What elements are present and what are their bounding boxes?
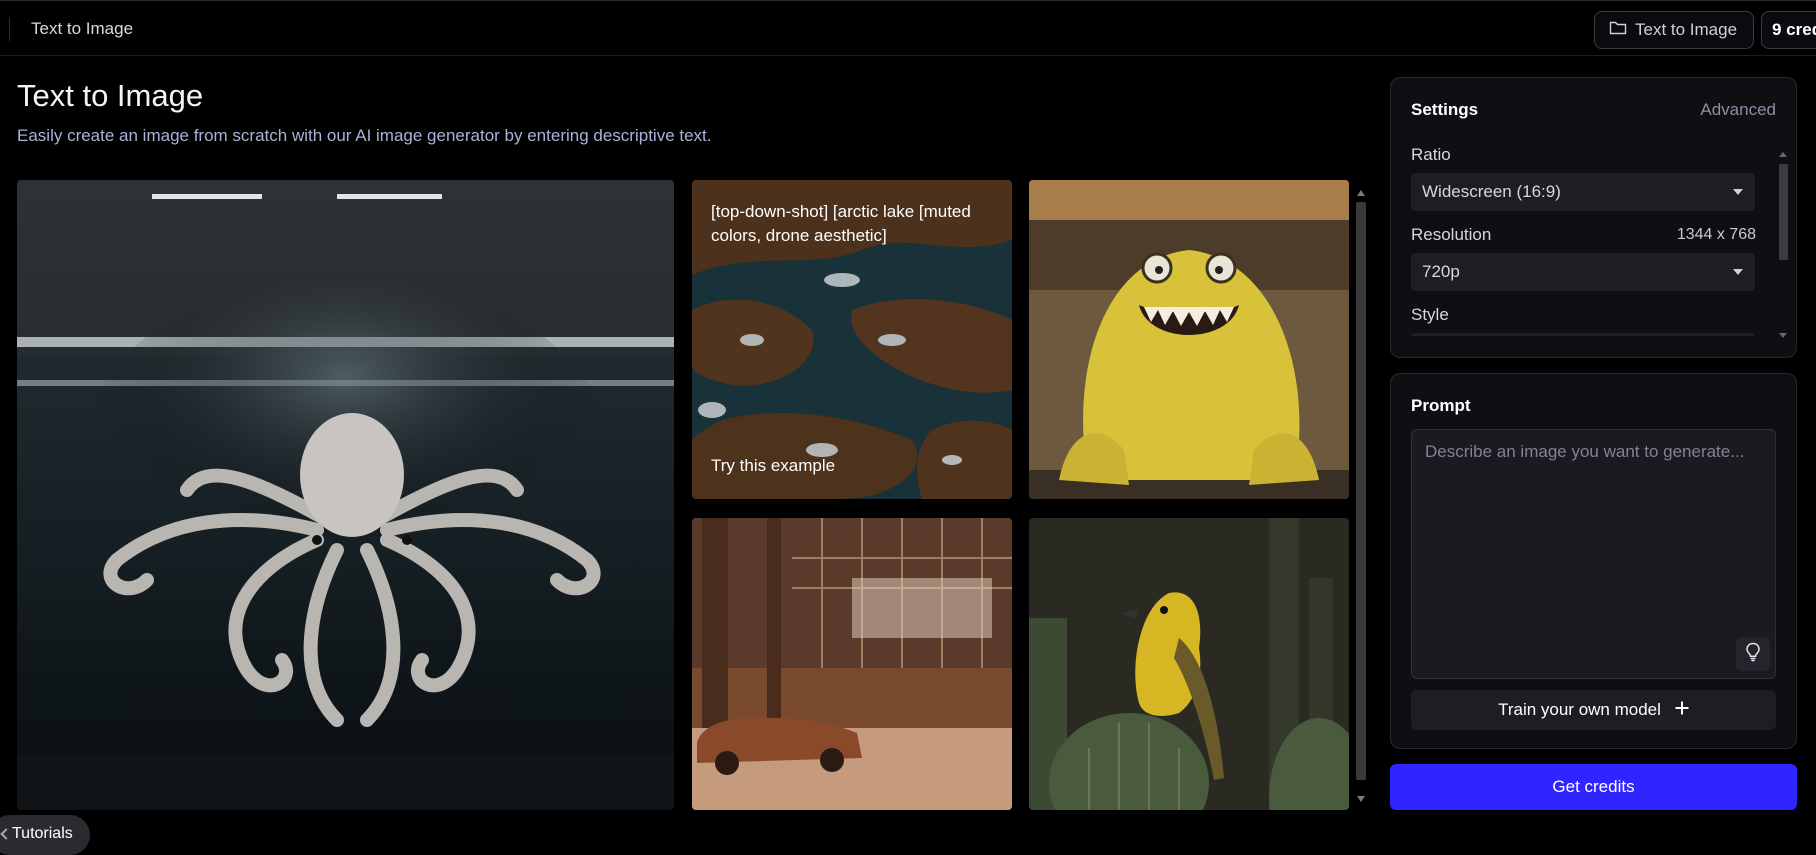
tutorials-button[interactable]: Tutorials [0,815,90,855]
breadcrumb[interactable]: Text to Image [31,19,133,39]
credits-button[interactable]: 9 cred [1761,11,1816,49]
example-image-arctic-lake[interactable]: [top-down-shot] [arctic lake [muted colo… [692,180,1012,499]
get-credits-button[interactable]: Get credits [1390,764,1797,810]
example-image-yellow-bird[interactable] [1029,518,1349,810]
chevron-left-icon [0,828,12,840]
page-title: Text to Image [17,78,204,113]
scroll-down-icon[interactable] [1357,796,1365,802]
top-bar: Text to Image Text to Image 9 cred [0,0,1816,56]
folder-button-label: Text to Image [1635,20,1738,39]
gallery-scrollbar[interactable] [1354,186,1368,806]
style-selector-edge[interactable] [1411,333,1755,336]
prompt-panel: Prompt Train your own model [1390,373,1797,749]
settings-panel: Settings Advanced Ratio Widescreen (16:9… [1390,77,1797,358]
folder-icon [1609,20,1627,41]
scrollbar-thumb[interactable] [1779,164,1788,260]
tutorials-label: Tutorials [12,825,73,842]
chevron-down-icon [1733,269,1743,275]
scrollbar-thumb[interactable] [1356,202,1366,780]
example-prompt-text: [top-down-shot] [arctic lake [muted colo… [711,202,971,245]
try-example-label[interactable]: Try this example [711,456,835,476]
prompt-ideas-button[interactable] [1736,637,1770,671]
ratio-value: Widescreen (16:9) [1422,182,1561,201]
advanced-link[interactable]: Advanced [1700,100,1776,120]
ratio-select[interactable]: Widescreen (16:9) [1411,173,1755,211]
train-model-label: Train your own model [1498,700,1661,719]
credits-label: 9 cred [1772,20,1816,39]
scroll-up-icon[interactable] [1357,190,1365,196]
example-image-octopus[interactable] [17,180,674,810]
divider [9,17,10,41]
page-subtitle: Easily create an image from scratch with… [17,126,712,145]
settings-title: Settings [1411,100,1479,119]
resolution-dimensions: 1344 x 768 [1676,226,1756,243]
get-credits-label: Get credits [1552,777,1635,796]
scroll-up-icon[interactable] [1779,152,1787,157]
example-image-rusty-factory[interactable] [692,518,1012,810]
chevron-down-icon [1733,189,1743,195]
resolution-label: Resolution [1411,225,1492,244]
train-model-button[interactable]: Train your own model [1411,690,1776,730]
lightbulb-icon [1745,642,1761,667]
scroll-down-icon[interactable] [1779,333,1787,338]
settings-scrollbar[interactable] [1776,150,1790,340]
ratio-label: Ratio [1411,145,1451,164]
style-label: Style [1411,305,1449,324]
plus-icon [1675,700,1689,720]
resolution-select[interactable]: 720p [1411,253,1755,291]
resolution-value: 720p [1422,262,1460,281]
example-image-yellow-monster[interactable] [1029,180,1349,499]
prompt-input[interactable] [1411,429,1776,679]
prompt-title: Prompt [1411,396,1471,415]
folder-button[interactable]: Text to Image [1594,11,1754,49]
